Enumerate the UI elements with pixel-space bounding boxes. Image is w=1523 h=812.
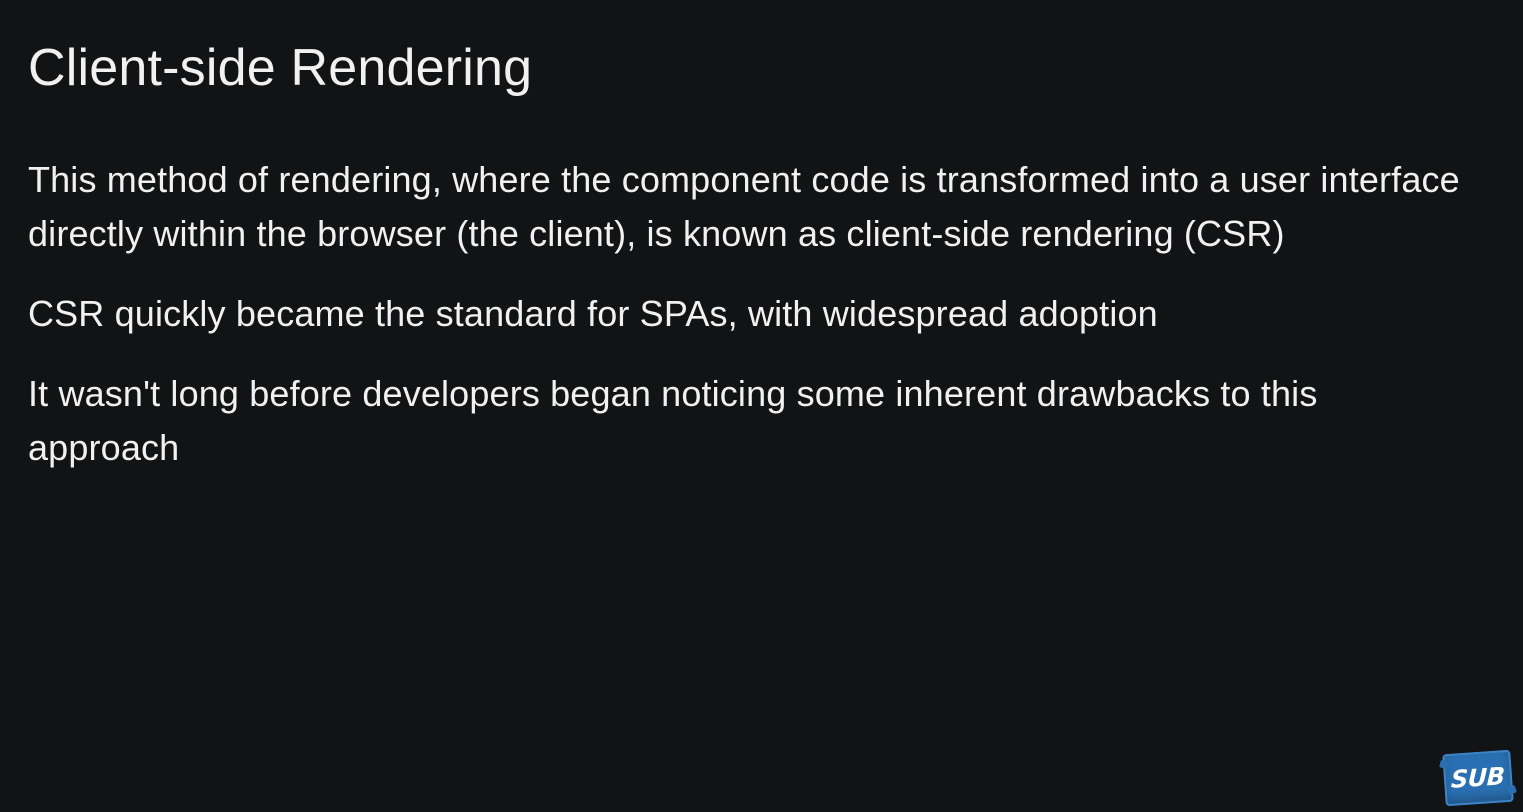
subscribe-badge-icon[interactable]: SUB <box>1442 749 1514 807</box>
slide-title: Client-side Rendering <box>28 39 533 97</box>
paragraph-csr-definition: This method of rendering, where the comp… <box>28 159 1460 254</box>
slide-body: This method of rendering, where the comp… <box>28 153 1468 501</box>
paragraph-csr-drawbacks: It wasn't long before developers began n… <box>28 373 1318 468</box>
slide: Client-side Rendering This method of ren… <box>0 0 1523 812</box>
paragraph-csr-adoption: CSR quickly became the standard for SPAs… <box>28 293 1158 334</box>
subscribe-badge-label: SUB <box>1450 762 1506 794</box>
